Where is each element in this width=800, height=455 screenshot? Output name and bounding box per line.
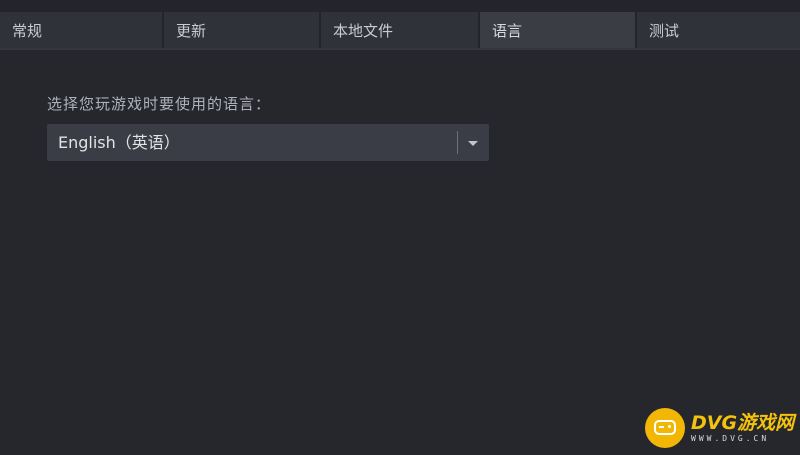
tab-updates[interactable]: 更新 [164, 12, 321, 48]
tab-local-files[interactable]: 本地文件 [321, 12, 480, 48]
tab-divider [0, 48, 800, 50]
properties-tab-bar: 常规 更新 本地文件 语言 测试 [0, 12, 800, 48]
tab-betas[interactable]: 测试 [637, 12, 800, 48]
dropdown-divider [457, 131, 458, 154]
language-prompt-label: 选择您玩游戏时要使用的语言： [47, 95, 272, 113]
watermark: DVG游戏网 WWW.DVG.CN [645, 406, 794, 450]
watermark-brand: DVG游戏网 [691, 412, 795, 434]
chevron-down-icon[interactable] [468, 141, 478, 146]
tab-language[interactable]: 语言 [480, 12, 637, 48]
gamepad-logo-icon [645, 408, 685, 448]
window-top-strip [0, 0, 800, 12]
tab-general[interactable]: 常规 [0, 12, 164, 48]
watermark-url: WWW.DVG.CN [691, 434, 770, 443]
language-dropdown[interactable]: English（英语） [47, 124, 489, 161]
language-selected-value: English（英语） [58, 133, 180, 152]
